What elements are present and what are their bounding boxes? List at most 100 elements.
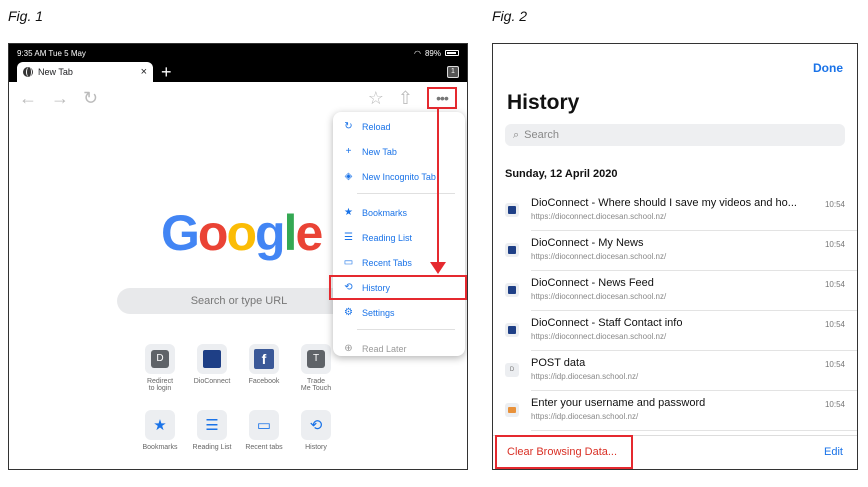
globe-icon (23, 67, 33, 77)
chrome-tools-menu: ↻ Reload + New Tab ◈ New Incognito Tab ★… (329, 112, 467, 356)
tile-letter: T (307, 350, 325, 368)
tile-label: Reading List (192, 444, 232, 451)
google-logo: Google (161, 204, 323, 262)
tile-label: Trade (306, 378, 326, 385)
menu-divider (357, 193, 455, 194)
tile-history[interactable]: ⟲ History (291, 410, 341, 451)
dioconnect-favicon-icon (505, 203, 519, 217)
menu-item-label: New Tab (362, 146, 397, 157)
tile-dioconnect[interactable]: DioConnect (187, 344, 237, 385)
dioconnect-favicon-icon (505, 283, 519, 297)
tile-facebook[interactable]: f Facebook (239, 344, 289, 385)
history-row[interactable]: Enter your username and password https:/… (493, 391, 857, 431)
history-row[interactable]: DioConnect - News Feed https://dioconnec… (493, 271, 857, 311)
history-icon: ⟲ (344, 282, 353, 293)
clear-browsing-data-button[interactable]: Clear Browsing Data... (495, 435, 633, 469)
history-row-time: 10:54 (824, 240, 845, 249)
edit-button[interactable]: Edit (824, 446, 843, 458)
history-row[interactable]: DioConnect - Where should I save my vide… (493, 191, 857, 231)
menu-item-settings[interactable]: ⚙ Settings (333, 300, 465, 325)
menu-item-reload[interactable]: ↻ Reload (333, 114, 465, 139)
menu-item-label: Recent Tabs (362, 257, 412, 268)
annotation-arrow-line (437, 107, 439, 267)
battery-percent: 89% (424, 48, 441, 58)
history-bottom-bar: Clear Browsing Data... Edit (493, 435, 857, 469)
logo-letter: o (226, 205, 257, 261)
recent-tabs-icon: ▭ (249, 410, 279, 440)
history-list: DioConnect - Where should I save my vide… (493, 191, 857, 431)
tile-redirect-to-login[interactable]: D Redirect to login (135, 344, 185, 392)
history-row[interactable]: D POST data https://idp.diocesan.school.… (493, 351, 857, 391)
annotation-arrow-head (430, 262, 446, 274)
history-row-time: 10:54 (824, 400, 845, 409)
login-favicon-icon (505, 403, 519, 417)
forward-icon[interactable]: → (51, 88, 69, 109)
fig2-label: Fig. 2 (492, 8, 528, 24)
history-search-input[interactable]: ⌕ Search (505, 124, 845, 146)
logo-letter: e (295, 205, 323, 261)
incognito-icon: ◈ (344, 171, 353, 182)
fig1-label: Fig. 1 (8, 8, 44, 24)
tile-label: DioConnect (193, 378, 231, 385)
menu-item-reading-list[interactable]: ☰ Reading List (333, 225, 465, 250)
read-later-icon: ⊕ (344, 343, 353, 354)
tile-label: History (305, 444, 327, 451)
history-row-time: 10:54 (824, 280, 845, 289)
list-icon: ☰ (344, 232, 353, 243)
devices-icon: ▭ (343, 257, 354, 268)
history-row-url: https://dioconnect.diocesan.school.nz/ (531, 212, 667, 221)
menu-item-new-incognito-tab[interactable]: ◈ New Incognito Tab (333, 164, 465, 189)
history-row-url: https://idp.diocesan.school.nz/ (531, 412, 639, 421)
menu-item-label: New Incognito Tab (362, 171, 436, 182)
done-button[interactable]: Done (813, 61, 843, 75)
tab-title: New Tab (38, 67, 73, 77)
history-row-time: 10:54 (824, 360, 845, 369)
star-icon[interactable]: ☆ (368, 88, 384, 109)
history-row-url: https://dioconnect.diocesan.school.nz/ (531, 332, 667, 341)
dioconnect-favicon-icon (505, 323, 519, 337)
logo-letter: G (161, 205, 200, 261)
share-icon[interactable]: ⇧ (398, 88, 413, 109)
page-title: History (507, 91, 580, 114)
tile-recent-tabs[interactable]: ▭ Recent tabs (239, 410, 289, 451)
reading-list-icon: ☰ (197, 410, 227, 440)
dioconnect-favicon-icon (505, 243, 519, 257)
menu-item-bookmarks[interactable]: ★ Bookmarks (333, 200, 465, 225)
wifi-icon: ◠ (414, 48, 421, 58)
history-row-url: https://idp.diocesan.school.nz/ (531, 372, 639, 381)
menu-item-read-later[interactable]: ⊕ Read Later (333, 336, 465, 361)
more-menu-button[interactable]: ••• (427, 87, 457, 109)
menu-item-new-tab[interactable]: + New Tab (333, 139, 465, 164)
history-row-title: DioConnect - News Feed (531, 277, 654, 289)
menu-item-label: Settings (362, 307, 395, 318)
new-tab-button[interactable]: + (161, 62, 172, 82)
reload-icon[interactable]: ↻ (83, 88, 98, 109)
chrome-history-screenshot: Done History ⌕ Search Sunday, 12 April 2… (492, 43, 858, 470)
tile-label: Redirect (146, 378, 174, 385)
menu-divider (357, 329, 455, 330)
tab-count-button[interactable]: 1 (447, 66, 459, 78)
menu-item-history[interactable]: ⟲ History (329, 275, 467, 300)
battery-icon (445, 50, 459, 56)
menu-item-label: Bookmarks (362, 207, 408, 218)
letter-favicon-icon: D (505, 363, 519, 377)
history-row[interactable]: DioConnect - My News https://dioconnect.… (493, 231, 857, 271)
tab-strip: New Tab × + 1 (9, 62, 467, 82)
tile-letter: D (151, 350, 169, 368)
bookmarks-icon: ★ (145, 410, 175, 440)
close-tab-icon[interactable]: × (141, 66, 147, 78)
search-placeholder: Search (524, 129, 560, 141)
tile-label: Me Touch (300, 385, 332, 392)
tile-bookmarks[interactable]: ★ Bookmarks (135, 410, 185, 451)
tile-reading-list[interactable]: ☰ Reading List (187, 410, 237, 451)
history-row-url: https://dioconnect.diocesan.school.nz/ (531, 252, 667, 261)
menu-item-label: Reading List (362, 232, 413, 243)
tab-new-tab[interactable]: New Tab × (17, 62, 153, 82)
reload-icon: ↻ (344, 121, 353, 132)
status-time: 9:35 AM Tue 5 May (17, 48, 86, 58)
history-row-title: Enter your username and password (531, 397, 706, 409)
history-row[interactable]: DioConnect - Staff Contact info https://… (493, 311, 857, 351)
tile-label: to login (148, 385, 172, 392)
back-icon[interactable]: ← (19, 88, 37, 109)
omnibox-search[interactable]: Search or type URL (117, 288, 361, 314)
